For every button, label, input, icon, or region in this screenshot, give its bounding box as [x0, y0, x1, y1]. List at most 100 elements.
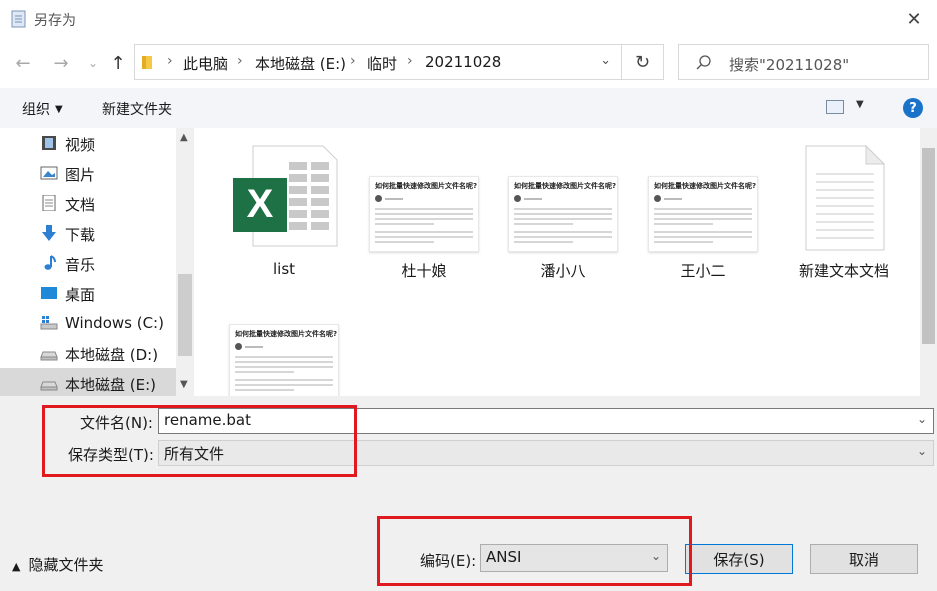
- navigation-pane: 视频 图片 文档 下载 音乐 桌面 Windows (C:) 本地磁盘 (D:)…: [0, 128, 196, 396]
- up-button[interactable]: ↑: [107, 52, 129, 74]
- svg-text:X: X: [247, 182, 274, 226]
- sidebar-item-label: 图片: [65, 166, 96, 184]
- file-item-preview[interactable]: 如何批量快速修改图片文件名呢?: [224, 304, 344, 396]
- sidebar-item-music[interactable]: 音乐: [0, 248, 176, 278]
- file-list: X list 如何批量快速修改图片文件名呢? 杜十娘 如何批量快速修改图片文件名…: [196, 128, 920, 396]
- file-item-wang-xiao-er[interactable]: 如何批量快速修改图片文件名呢? 王小二: [643, 128, 763, 280]
- sidebar-item-label: Windows (C:): [65, 314, 164, 332]
- arrow-up-icon: ↑: [110, 52, 126, 74]
- breadcrumb-drive-e[interactable]: 本地磁盘 (E:): [255, 53, 346, 74]
- breadcrumb-this-pc[interactable]: 此电脑: [183, 53, 228, 74]
- filename-value: rename.bat: [164, 411, 251, 429]
- sidebar-item-drive-c[interactable]: Windows (C:): [0, 308, 176, 338]
- filetype-value: 所有文件: [164, 445, 225, 463]
- folder-icon: [142, 56, 152, 69]
- excel-file-icon: X: [233, 145, 338, 247]
- breadcrumb-temp[interactable]: 临时: [367, 53, 397, 74]
- sidebar-item-label: 桌面: [65, 286, 96, 304]
- breadcrumb-20211028[interactable]: 20211028: [425, 53, 501, 71]
- address-bar[interactable]: › 此电脑 › 本地磁盘 (E:) › 临时 › 20211028 ⌄: [134, 44, 622, 80]
- file-item-list[interactable]: X list: [224, 128, 344, 278]
- forward-button[interactable]: →: [50, 52, 72, 74]
- breadcrumb-separator: ›: [237, 53, 243, 69]
- sidebar-item-drive-e[interactable]: 本地磁盘 (E:): [0, 368, 176, 396]
- organize-menu[interactable]: 组织 ▼: [22, 99, 63, 119]
- close-icon: ✕: [906, 8, 922, 30]
- encoding-value: ANSI: [486, 548, 522, 566]
- sidebar-scrollbar[interactable]: ▲ ▼: [176, 128, 194, 396]
- sidebar-item-label: 本地磁盘 (D:): [65, 346, 159, 364]
- thumbnail-title: 如何批量快速修改图片文件名呢?: [654, 182, 757, 190]
- thumbnail-title: 如何批量快速修改图片文件名呢?: [375, 182, 478, 190]
- sidebar-item-videos[interactable]: 视频: [0, 128, 176, 158]
- search-icon: [696, 55, 711, 70]
- breadcrumb-separator: ›: [167, 53, 173, 69]
- window-title: 另存为: [34, 13, 76, 29]
- file-label: 王小二: [680, 262, 726, 280]
- help-button[interactable]: ?: [903, 98, 923, 118]
- scrollbar-thumb[interactable]: [178, 274, 192, 356]
- save-form: 文件名(N): rename.bat ⌄ 保存类型(T): 所有文件 ⌄ ▲ 隐藏…: [0, 396, 937, 591]
- document-thumbnail: 如何批量快速修改图片文件名呢?: [369, 176, 479, 252]
- chevron-down-icon: ⌄: [87, 56, 99, 70]
- sidebar-item-documents[interactable]: 文档: [0, 188, 176, 218]
- windows-drive-icon: [40, 316, 58, 330]
- close-button[interactable]: ✕: [891, 0, 937, 38]
- chevron-down-icon: ⌄: [916, 444, 927, 458]
- file-label: 杜十娘: [401, 262, 447, 280]
- filetype-select[interactable]: 所有文件 ⌄: [158, 440, 934, 466]
- downloads-icon: [42, 225, 56, 241]
- refresh-button[interactable]: ↻: [622, 44, 664, 80]
- video-icon: [42, 136, 56, 150]
- caret-down-icon[interactable]: ▼: [856, 99, 864, 110]
- chevron-down-icon[interactable]: ⌄: [600, 53, 611, 68]
- sidebar-item-desktop[interactable]: 桌面: [0, 278, 176, 308]
- sidebar-item-drive-d[interactable]: 本地磁盘 (D:): [0, 338, 176, 368]
- file-item-new-text-document[interactable]: 新建文本文档: [784, 128, 904, 280]
- sidebar-item-label: 本地磁盘 (E:): [65, 376, 157, 394]
- save-button[interactable]: 保存(S): [685, 544, 793, 574]
- file-label: list: [272, 260, 296, 278]
- notepad-icon: [11, 10, 26, 28]
- file-label: 潘小八: [540, 262, 586, 280]
- chevron-down-icon: ⌄: [650, 549, 661, 563]
- file-item-du-shi-niang[interactable]: 如何批量快速修改图片文件名呢? 杜十娘: [364, 128, 484, 280]
- file-list-scrollbar[interactable]: [920, 128, 937, 396]
- back-button[interactable]: ←: [12, 52, 34, 74]
- scroll-down-icon[interactable]: ▼: [180, 379, 188, 390]
- filetype-label: 保存类型(T):: [68, 446, 154, 464]
- filename-field[interactable]: rename.bat ⌄: [158, 408, 934, 434]
- arrow-right-icon: →: [53, 52, 69, 74]
- recent-locations-button[interactable]: ⌄: [82, 52, 104, 74]
- command-bar: 组织 ▼ 新建文件夹 ▼: [0, 88, 937, 128]
- breadcrumb-separator: ›: [407, 53, 413, 69]
- document-thumbnail: 如何批量快速修改图片文件名呢?: [508, 176, 618, 252]
- organize-label: 组织: [22, 102, 50, 118]
- thumbnail-title: 如何批量快速修改图片文件名呢?: [514, 182, 617, 190]
- sidebar-item-pictures[interactable]: 图片: [0, 158, 176, 188]
- document-thumbnail: 如何批量快速修改图片文件名呢?: [648, 176, 758, 252]
- new-folder-button[interactable]: 新建文件夹: [102, 99, 172, 119]
- search-placeholder: 搜索"20211028": [729, 56, 850, 74]
- thumbnail-title: 如何批量快速修改图片文件名呢?: [235, 330, 338, 338]
- scrollbar-thumb[interactable]: [922, 148, 935, 344]
- hide-folders-toggle[interactable]: ▲ 隐藏文件夹: [12, 554, 103, 575]
- search-input[interactable]: 搜索"20211028": [678, 44, 929, 80]
- title-bar: 另存为 ✕: [0, 0, 937, 38]
- cancel-button[interactable]: 取消: [810, 544, 918, 574]
- arrow-left-icon: ←: [15, 52, 31, 74]
- caret-down-icon: ▼: [55, 104, 63, 115]
- encoding-select[interactable]: ANSI ⌄: [480, 544, 668, 572]
- sidebar-item-downloads[interactable]: 下载: [0, 218, 176, 248]
- file-label: 新建文本文档: [798, 262, 889, 280]
- encoding-label: 编码(E):: [420, 552, 477, 570]
- pictures-icon: [40, 166, 58, 180]
- navigation-bar: ← → ⌄ ↑ › 此电脑 › 本地磁盘 (E:) › 临时 › 2021102…: [0, 40, 937, 86]
- scroll-up-icon[interactable]: ▲: [180, 132, 188, 143]
- documents-icon: [42, 195, 56, 211]
- sidebar-item-label: 音乐: [65, 256, 96, 274]
- chevron-down-icon[interactable]: ⌄: [917, 412, 927, 426]
- view-options-icon[interactable]: [826, 100, 844, 114]
- file-item-pan-xiao-ba[interactable]: 如何批量快速修改图片文件名呢? 潘小八: [503, 128, 623, 280]
- sidebar-item-label: 下载: [65, 226, 96, 244]
